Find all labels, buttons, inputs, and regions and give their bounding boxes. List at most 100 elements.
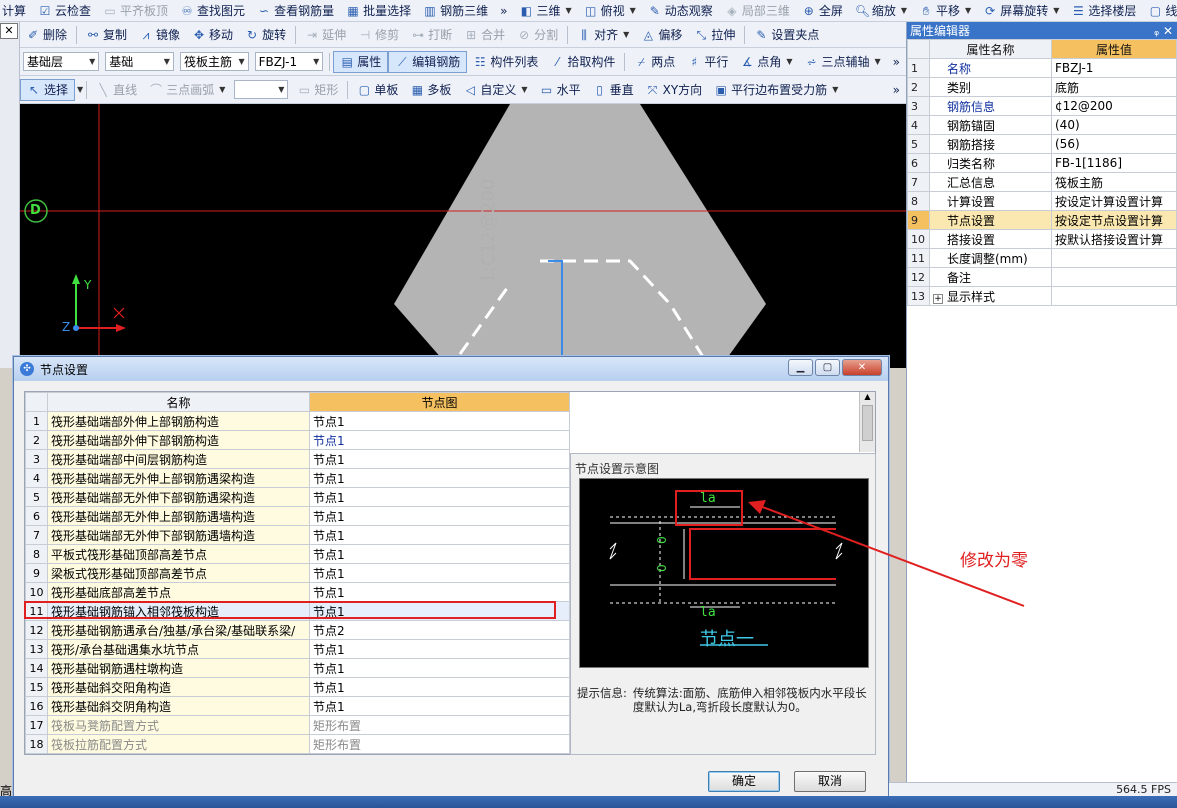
- copy-button[interactable]: ⚯ 复制: [80, 24, 133, 46]
- node-row[interactable]: 15 筏形基础斜交阳角构造 节点1: [25, 677, 570, 697]
- delete-button[interactable]: ✐ 删除: [20, 24, 73, 46]
- draw-option-select[interactable]: ▼: [234, 80, 289, 99]
- ok-button[interactable]: 确定: [708, 771, 780, 792]
- merge-button[interactable]: ⊞ 合并: [458, 24, 511, 46]
- property-row[interactable]: 6 归类名称 FB-1[1186]: [907, 153, 1177, 173]
- category-select[interactable]: 基础 ▼: [105, 52, 174, 71]
- scroll-up-icon[interactable]: ▲: [860, 392, 875, 401]
- toolbar-local-3d[interactable]: ◈ 局部三维: [719, 0, 796, 21]
- select-tool-button[interactable]: ↖ 选择: [20, 78, 76, 101]
- toolbar-batch-select[interactable]: ▦ 批量选择: [340, 0, 417, 21]
- toolbar-find[interactable]: ♾ 查找图元: [174, 0, 251, 21]
- property-value[interactable]: (56): [1051, 134, 1177, 154]
- break-button[interactable]: ⊶ 打断: [405, 24, 458, 46]
- property-row[interactable]: 3 钢筋信息 ¢12@200: [907, 96, 1177, 116]
- node-value[interactable]: 节点1: [309, 430, 570, 450]
- property-value[interactable]: [1051, 248, 1177, 268]
- property-value[interactable]: [1051, 286, 1177, 306]
- edit-rebar-button[interactable]: ⟋ 编辑钢筋: [388, 50, 468, 73]
- property-row[interactable]: 10 搭接设置 按默认搭接设置计算: [907, 229, 1177, 249]
- toolbar-top-view[interactable]: ◫ 俯视 ▼: [578, 0, 642, 21]
- grid-scrollbar[interactable]: ▲: [859, 392, 875, 452]
- property-value[interactable]: 按默认搭接设置计算: [1051, 229, 1177, 249]
- horizontal-button[interactable]: ▭ 水平: [534, 79, 587, 101]
- node-row[interactable]: 10 筏形基础底部高差节点 节点1: [25, 582, 570, 602]
- property-row[interactable]: 12 备注: [907, 267, 1177, 287]
- rotate-button[interactable]: ↻ 旋转: [239, 24, 292, 46]
- node-value[interactable]: 矩形布置: [309, 734, 570, 754]
- node-value[interactable]: 节点1: [309, 639, 570, 659]
- single-slab-button[interactable]: ▢ 单板: [351, 79, 404, 101]
- property-value[interactable]: 筏板主筋: [1051, 172, 1177, 192]
- node-row[interactable]: 4 筏形基础端部无外伸上部钢筋遇梁构造 节点1: [25, 468, 570, 488]
- property-row[interactable]: 5 钢筋搭接 (56): [907, 134, 1177, 154]
- node-value[interactable]: 节点1: [309, 563, 570, 583]
- node-value[interactable]: 节点1: [309, 468, 570, 488]
- close-icon[interactable]: ✕: [0, 23, 18, 39]
- property-row[interactable]: 13 + 显示样式: [907, 286, 1177, 306]
- node-row[interactable]: 13 筏形/承台基础遇集水坑节点 节点1: [25, 639, 570, 659]
- node-row[interactable]: 6 筏形基础端部无外伸上部钢筋遇墙构造 节点1: [25, 506, 570, 526]
- multi-slab-button[interactable]: ▦ 多板: [404, 79, 457, 101]
- node-row[interactable]: 14 筏形基础钢筋遇柱墩构造 节点1: [25, 658, 570, 678]
- custom-button[interactable]: ◁ 自定义 ▼: [457, 79, 533, 101]
- toolbar-cloud-check[interactable]: ☑ 云检查: [32, 0, 97, 21]
- node-row[interactable]: 9 梁板式筏形基础顶部高差节点 节点1: [25, 563, 570, 583]
- node-value[interactable]: 节点1: [309, 506, 570, 526]
- xy-direction-button[interactable]: ⤧ XY方向: [640, 79, 709, 101]
- two-point-button[interactable]: ⌿ 两点: [628, 51, 681, 73]
- property-value[interactable]: [1051, 267, 1177, 287]
- node-row[interactable]: 5 筏形基础端部无外伸下部钢筋遇梁构造 节点1: [25, 487, 570, 507]
- floor-select[interactable]: 基础层 ▼: [23, 52, 100, 71]
- property-value[interactable]: 底筋: [1051, 77, 1177, 97]
- property-value[interactable]: FB-1[1186]: [1051, 153, 1177, 173]
- node-row[interactable]: 7 筏形基础端部无外伸下部钢筋遇墙构造 节点1: [25, 525, 570, 545]
- type-select[interactable]: 筏板主筋 ▼: [179, 52, 249, 71]
- property-row[interactable]: 1 名称 FBZJ-1: [907, 58, 1177, 78]
- minimize-button[interactable]: ▁: [788, 359, 813, 376]
- expand-icon[interactable]: +: [933, 293, 943, 304]
- pick-element-button[interactable]: ⁄ 拾取构件: [544, 51, 621, 73]
- toolbar-select-floor[interactable]: ☰ 选择楼层: [1065, 0, 1142, 21]
- properties-button[interactable]: ▤ 属性: [333, 50, 389, 73]
- chevron-down-icon[interactable]: ▼: [77, 85, 83, 94]
- parallel-edge-button[interactable]: ▣ 平行边布置受力筋 ▼: [708, 79, 844, 101]
- node-row[interactable]: 8 平板式筏形基础顶部高差节点 节点1: [25, 544, 570, 564]
- toolbar-view-rebar[interactable]: ∽ 查看钢筋量: [251, 0, 340, 21]
- stretch-button[interactable]: ⤡ 拉伸: [688, 24, 741, 46]
- rect-tool-button[interactable]: ▭ 矩形: [291, 79, 344, 101]
- arc-tool-button[interactable]: ⌒ 三点画弧 ▼: [143, 79, 231, 101]
- vertical-button[interactable]: ▯ 垂直: [587, 79, 640, 101]
- maximize-button[interactable]: ▢: [815, 359, 840, 376]
- property-row[interactable]: 11 长度调整(mm): [907, 248, 1177, 268]
- move-button[interactable]: ✥ 移动: [186, 24, 239, 46]
- offset-button[interactable]: ◬ 偏移: [635, 24, 688, 46]
- line-tool-button[interactable]: ╲ 直线: [90, 79, 143, 101]
- mirror-button[interactable]: ⩘ 镜像: [133, 24, 186, 46]
- node-row[interactable]: 16 筏形基础斜交阴角构造 节点1: [25, 696, 570, 716]
- toolbar-wireframe[interactable]: ▢线框: [1142, 0, 1177, 21]
- toolbar-calc[interactable]: 计算: [0, 0, 32, 21]
- property-row[interactable]: 7 汇总信息 筏板主筋: [907, 172, 1177, 192]
- toolbar-more-3[interactable]: »: [887, 51, 906, 73]
- toolbar-orbit[interactable]: ✎ 动态观察: [642, 0, 719, 21]
- scroll-thumb[interactable]: [862, 405, 873, 441]
- align-button[interactable]: ⫼ 对齐 ▼: [571, 24, 635, 46]
- element-select[interactable]: FBZJ-1 ▼: [254, 52, 324, 71]
- pin-icon[interactable]: ᵩ ✕: [1154, 24, 1177, 38]
- toolbar-rotate-screen[interactable]: ⟳ 屏幕旋转 ▼: [977, 0, 1065, 21]
- property-value[interactable]: (40): [1051, 115, 1177, 135]
- toolbar-more-4[interactable]: »: [887, 79, 906, 101]
- node-value[interactable]: 节点1: [309, 696, 570, 716]
- point-angle-button[interactable]: ∡ 点角 ▼: [734, 51, 798, 73]
- node-value[interactable]: 节点1: [309, 677, 570, 697]
- node-value[interactable]: 节点1: [309, 487, 570, 507]
- node-value[interactable]: 节点1: [309, 544, 570, 564]
- node-value[interactable]: 矩形布置: [309, 715, 570, 735]
- toolbar-align-top[interactable]: ▭ 平齐板顶: [97, 0, 174, 21]
- three-point-axis-button[interactable]: ⩫ 三点辅轴 ▼: [799, 51, 887, 73]
- node-row[interactable]: 2 筏形基础端部外伸下部钢筋构造 节点1: [25, 430, 570, 450]
- set-grip-button[interactable]: ✎ 设置夹点: [748, 24, 825, 46]
- toolbar-pan[interactable]: ✋︎ 平移 ▼: [913, 0, 977, 21]
- node-value[interactable]: 节点1: [309, 601, 570, 621]
